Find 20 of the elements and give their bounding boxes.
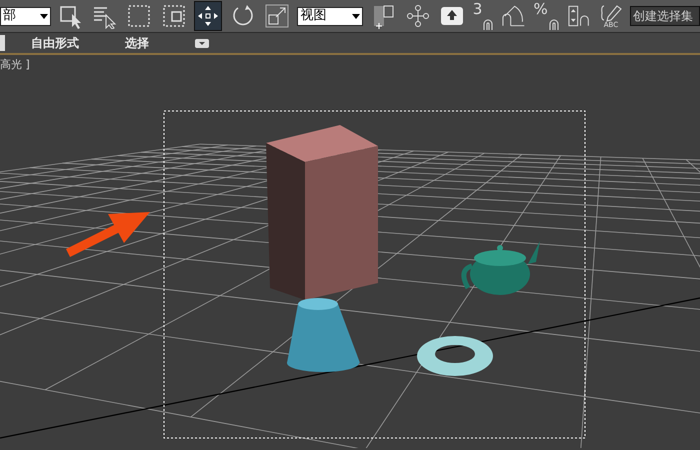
viewport-label[interactable]: 高光 ] <box>0 57 30 74</box>
magnet-icon[interactable] <box>548 18 560 30</box>
edit-pencil-icon[interactable] <box>598 4 623 22</box>
angle-snap-icon[interactable] <box>501 4 526 28</box>
caret-icon <box>40 14 48 18</box>
rectangle-selection-icon[interactable] <box>126 3 152 29</box>
snap-label: 3 <box>472 2 482 17</box>
spinner-snap-icon[interactable] <box>566 4 592 28</box>
ribbon-tab[interactable]: 选择 <box>125 34 149 52</box>
dropdown-icon[interactable] <box>195 38 209 48</box>
scale-icon[interactable] <box>264 3 290 29</box>
magnet-icon[interactable] <box>482 18 494 30</box>
caret-icon <box>352 14 360 18</box>
nodes-icon[interactable] <box>405 3 432 29</box>
reference-coordinate-dropdown[interactable]: 视图 <box>297 6 364 26</box>
selection-filter-dropdown[interactable]: 部 <box>0 6 51 26</box>
named-selection-field[interactable]: 创建选择集 <box>630 6 700 26</box>
percent-label: % <box>534 2 548 17</box>
ribbon-tab[interactable]: 自由形式 <box>31 34 79 52</box>
window-crossing-icon[interactable] <box>160 3 186 29</box>
